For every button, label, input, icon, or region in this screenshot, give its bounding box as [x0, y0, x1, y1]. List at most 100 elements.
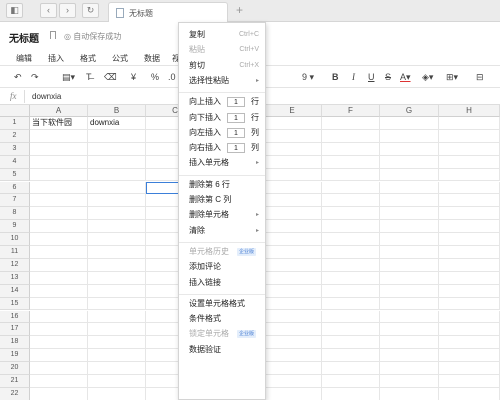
row-header-15[interactable]: 15 — [0, 297, 30, 311]
select-all-corner[interactable] — [0, 105, 30, 117]
redo-icon[interactable]: ↷ — [31, 72, 39, 82]
cell-b10[interactable] — [88, 233, 146, 246]
cell-a19[interactable] — [30, 349, 88, 363]
row-header-8[interactable]: 8 — [0, 207, 30, 221]
context-menu-item[interactable]: 删除单元格 ▸ — [189, 209, 263, 221]
row-header-6[interactable]: 6 — [0, 181, 30, 195]
cell-a8[interactable] — [30, 207, 88, 221]
cell-f8[interactable] — [322, 207, 380, 221]
row-header-13[interactable]: 13 — [0, 271, 30, 285]
row-header-4[interactable]: 4 — [0, 155, 30, 169]
currency-icon[interactable]: ¥ — [131, 72, 136, 82]
context-menu-item[interactable]: 选择性粘贴 ▸ — [189, 75, 263, 87]
strikethrough-icon[interactable]: S — [385, 72, 391, 82]
cell-f4[interactable] — [322, 155, 380, 169]
cell-f21[interactable] — [322, 375, 380, 388]
cell-g17[interactable] — [380, 323, 439, 337]
context-menu-item[interactable]: 数据验证 — [189, 344, 263, 356]
cell-f18[interactable] — [322, 336, 380, 350]
context-menu-item[interactable]: 向右插入 1 列 — [189, 142, 263, 154]
cell-g19[interactable] — [380, 349, 439, 363]
cell-g12[interactable] — [380, 258, 439, 272]
cell-f10[interactable] — [322, 233, 380, 246]
cell-a14[interactable] — [30, 284, 88, 298]
cell-f11[interactable] — [322, 246, 380, 259]
paste-icon[interactable]: ▤▾ — [62, 72, 75, 82]
row-header-1[interactable]: 1 — [0, 117, 30, 130]
cell-e11[interactable] — [263, 246, 322, 259]
cell-e8[interactable] — [263, 207, 322, 221]
forward-icon[interactable]: › — [59, 3, 76, 18]
cell-a11[interactable] — [30, 246, 88, 259]
cell-g5[interactable] — [380, 168, 439, 182]
cell-f19[interactable] — [322, 349, 380, 363]
new-tab-icon[interactable]: + — [236, 4, 243, 16]
cell-b11[interactable] — [88, 246, 146, 259]
column-header-f[interactable]: F — [322, 105, 380, 117]
cell-g18[interactable] — [380, 336, 439, 350]
cell-b16[interactable] — [88, 310, 146, 324]
italic-icon[interactable]: I — [352, 72, 355, 82]
cell-h7[interactable] — [439, 194, 500, 208]
cell-a16[interactable] — [30, 310, 88, 324]
column-header-h[interactable]: H — [439, 105, 500, 117]
percent-icon[interactable]: % — [151, 72, 159, 82]
row-header-5[interactable]: 5 — [0, 168, 30, 182]
row-header-10[interactable]: 10 — [0, 233, 30, 246]
cell-a1[interactable]: 当下软件园 — [30, 117, 88, 130]
underline-icon[interactable]: U — [368, 72, 375, 82]
cell-b3[interactable] — [88, 142, 146, 156]
cell-a17[interactable] — [30, 323, 88, 337]
context-menu-item[interactable]: 复制 Ctrl+C — [189, 29, 263, 41]
cell-g9[interactable] — [380, 220, 439, 234]
merge-icon[interactable]: ⊟ — [476, 72, 484, 82]
column-header-e[interactable]: E — [263, 105, 322, 117]
cell-f5[interactable] — [322, 168, 380, 182]
cell-b18[interactable] — [88, 336, 146, 350]
context-menu-item[interactable]: 插入链接 — [189, 277, 263, 289]
row-header-11[interactable]: 11 — [0, 246, 30, 259]
cell-h13[interactable] — [439, 271, 500, 285]
border-icon[interactable]: ⊞▾ — [446, 72, 458, 82]
cell-e6[interactable] — [263, 181, 322, 195]
cell-g2[interactable] — [380, 129, 439, 143]
cell-e21[interactable] — [263, 375, 322, 388]
cell-f2[interactable] — [322, 129, 380, 143]
cell-a15[interactable] — [30, 297, 88, 311]
cell-g4[interactable] — [380, 155, 439, 169]
cell-g15[interactable] — [380, 297, 439, 311]
cell-f7[interactable] — [322, 194, 380, 208]
cell-b21[interactable] — [88, 375, 146, 388]
cell-a6[interactable] — [30, 181, 88, 195]
cell-g10[interactable] — [380, 233, 439, 246]
cell-e7[interactable] — [263, 194, 322, 208]
formula-input[interactable]: downxia — [32, 92, 61, 101]
row-header-19[interactable]: 19 — [0, 349, 30, 363]
cell-g20[interactable] — [380, 362, 439, 375]
cell-g1[interactable] — [380, 117, 439, 130]
cell-h21[interactable] — [439, 375, 500, 388]
context-menu-item[interactable]: 向下插入 1 行 — [189, 112, 263, 124]
cell-h20[interactable] — [439, 362, 500, 375]
context-menu-item[interactable]: 条件格式 — [189, 313, 263, 325]
cell-a13[interactable] — [30, 271, 88, 285]
count-input[interactable]: 1 — [227, 127, 245, 138]
cell-g6[interactable] — [380, 181, 439, 195]
cell-g11[interactable] — [380, 246, 439, 259]
cell-f16[interactable] — [322, 310, 380, 324]
cell-a18[interactable] — [30, 336, 88, 350]
menu-insert[interactable]: 插入 — [48, 53, 64, 64]
cell-h16[interactable] — [439, 310, 500, 324]
cell-e19[interactable] — [263, 349, 322, 363]
bold-icon[interactable]: B — [332, 72, 339, 82]
sidebar-toggle-icon[interactable]: ◧ — [6, 3, 23, 18]
row-header-9[interactable]: 9 — [0, 220, 30, 234]
row-header-14[interactable]: 14 — [0, 284, 30, 298]
cell-f20[interactable] — [322, 362, 380, 375]
cell-h9[interactable] — [439, 220, 500, 234]
context-menu-item[interactable]: 清除 ▸ — [189, 225, 263, 237]
cell-h6[interactable] — [439, 181, 500, 195]
row-header-18[interactable]: 18 — [0, 336, 30, 350]
cell-f14[interactable] — [322, 284, 380, 298]
menu-data[interactable]: 数据 — [144, 53, 160, 64]
